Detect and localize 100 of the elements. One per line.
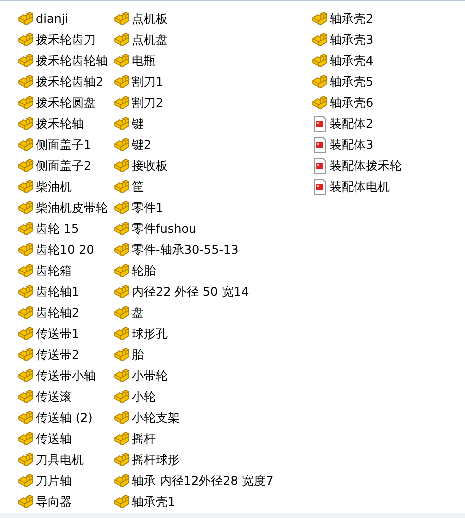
part-icon bbox=[18, 220, 34, 236]
file-name[interactable]: 传送滚 bbox=[36, 388, 72, 404]
file-name[interactable]: 传送轴 bbox=[36, 430, 72, 446]
part-icon bbox=[18, 452, 34, 468]
file-name[interactable]: 球形孔 bbox=[132, 326, 168, 342]
part-icon bbox=[18, 262, 34, 278]
part-icon bbox=[114, 200, 130, 216]
file-name[interactable]: 轴承壳6 bbox=[330, 94, 374, 110]
part-icon bbox=[114, 326, 130, 342]
part-icon bbox=[114, 94, 130, 110]
file-name[interactable]: 装配体2 bbox=[330, 116, 374, 132]
file-name[interactable]: 胎 bbox=[132, 346, 144, 362]
file-name[interactable]: 齿轮轴1 bbox=[36, 284, 80, 300]
part-icon bbox=[114, 430, 130, 446]
file-name[interactable]: 拨禾轮齿轮轴 bbox=[36, 52, 108, 68]
file-name[interactable]: 轮胎 bbox=[132, 262, 156, 278]
part-icon bbox=[18, 200, 34, 216]
part-icon bbox=[114, 158, 130, 174]
part-icon bbox=[114, 472, 130, 488]
file-name[interactable]: 摇杆 bbox=[132, 430, 156, 446]
part-icon bbox=[114, 410, 130, 426]
file-name[interactable]: 割刀2 bbox=[132, 94, 164, 110]
file-name[interactable]: 传送带1 bbox=[36, 326, 80, 342]
file-name[interactable]: 零件fushou bbox=[132, 220, 197, 236]
file-name[interactable]: 传送带小轴 bbox=[36, 368, 96, 384]
part-icon bbox=[18, 158, 34, 174]
file-name[interactable]: 拨禾轮圆盘 bbox=[36, 94, 96, 110]
file-name[interactable]: 轴承壳3 bbox=[330, 32, 374, 48]
file-name[interactable]: 齿轮箱 bbox=[36, 262, 72, 278]
part-icon bbox=[114, 136, 130, 152]
part-icon bbox=[114, 388, 130, 404]
file-name[interactable]: 点机板 bbox=[132, 10, 168, 26]
file-name[interactable]: 装配体3 bbox=[330, 136, 374, 152]
file-name[interactable]: 键2 bbox=[132, 136, 152, 152]
part-icon bbox=[114, 178, 130, 194]
file-name[interactable]: 小带轮 bbox=[132, 368, 168, 384]
file-name[interactable]: 拨禾轮轴 bbox=[36, 116, 84, 132]
part-icon bbox=[114, 452, 130, 468]
file-name[interactable]: 电瓶 bbox=[132, 52, 156, 68]
file-name[interactable]: 盘 bbox=[132, 304, 144, 320]
part-icon bbox=[18, 136, 34, 152]
part-icon bbox=[18, 10, 34, 26]
part-icon bbox=[114, 262, 130, 278]
part-icon bbox=[18, 368, 34, 384]
file-name[interactable]: 拨禾轮齿刀 bbox=[36, 32, 96, 48]
file-name[interactable]: 传送轴 (2) bbox=[36, 410, 93, 426]
file-name[interactable]: 轴承壳5 bbox=[330, 74, 374, 90]
part-icon bbox=[18, 410, 34, 426]
file-name[interactable]: 零件1 bbox=[132, 200, 164, 216]
part-icon bbox=[114, 304, 130, 320]
part-icon bbox=[114, 32, 130, 48]
part-icon bbox=[114, 10, 130, 26]
file-name[interactable]: 轴承 内径12外径28 宽度7 bbox=[132, 472, 274, 488]
part-icon bbox=[18, 326, 34, 342]
file-name[interactable]: 齿轮轴2 bbox=[36, 304, 80, 320]
file-name[interactable]: 刀具电机 bbox=[36, 452, 84, 468]
part-icon bbox=[18, 472, 34, 488]
file-name[interactable]: 键 bbox=[132, 116, 144, 132]
part-icon bbox=[312, 74, 328, 90]
file-name[interactable]: 摇杆球形 bbox=[132, 452, 180, 468]
part-icon bbox=[18, 388, 34, 404]
file-name[interactable]: 装配体拨禾轮 bbox=[330, 158, 402, 174]
file-name[interactable]: 柴油机 bbox=[36, 178, 72, 194]
file-name[interactable]: 刀片轴 bbox=[36, 472, 72, 488]
file-name[interactable]: 齿轮 15 bbox=[36, 220, 80, 236]
file-name[interactable]: 侧面盖子1 bbox=[36, 136, 92, 152]
part-icon bbox=[114, 494, 130, 510]
file-name[interactable]: 筐 bbox=[132, 178, 144, 194]
file-name[interactable]: 拨禾轮齿轴2 bbox=[36, 74, 104, 90]
part-icon bbox=[114, 116, 130, 132]
part-icon bbox=[312, 10, 328, 26]
file-name[interactable]: 轴承壳4 bbox=[330, 52, 374, 68]
file-name[interactable]: 小轮 bbox=[132, 388, 156, 404]
file-name[interactable]: 导向器 bbox=[36, 494, 72, 510]
file-name[interactable]: 内径22 外径 50 宽14 bbox=[132, 284, 250, 300]
assembly-file-icon bbox=[312, 116, 328, 132]
part-icon bbox=[114, 368, 130, 384]
file-name[interactable]: 零件-轴承30-55-13 bbox=[132, 242, 239, 258]
file-name[interactable]: dianji bbox=[36, 10, 69, 26]
file-name[interactable]: 柴油机皮带轮 bbox=[36, 200, 108, 216]
part-icon bbox=[114, 242, 130, 258]
part-icon bbox=[114, 284, 130, 300]
part-icon bbox=[18, 494, 34, 510]
file-name[interactable]: 点机盘 bbox=[132, 32, 168, 48]
file-name[interactable]: 轴承壳1 bbox=[132, 494, 176, 510]
assembly-file-icon bbox=[312, 178, 328, 194]
part-icon bbox=[312, 52, 328, 68]
part-icon bbox=[18, 178, 34, 194]
part-icon bbox=[114, 346, 130, 362]
file-name[interactable]: 接收板 bbox=[132, 158, 168, 174]
part-icon bbox=[312, 94, 328, 110]
file-name[interactable]: 割刀1 bbox=[132, 74, 164, 90]
part-icon bbox=[114, 52, 130, 68]
file-name[interactable]: 轴承壳2 bbox=[330, 10, 374, 26]
file-name[interactable]: 齿轮10 20 bbox=[36, 242, 94, 258]
file-name[interactable]: 装配体电机 bbox=[330, 178, 390, 194]
part-icon bbox=[18, 116, 34, 132]
file-name[interactable]: 侧面盖子2 bbox=[36, 158, 92, 174]
file-name[interactable]: 传送带2 bbox=[36, 346, 80, 362]
file-name[interactable]: 小轮支架 bbox=[132, 410, 180, 426]
